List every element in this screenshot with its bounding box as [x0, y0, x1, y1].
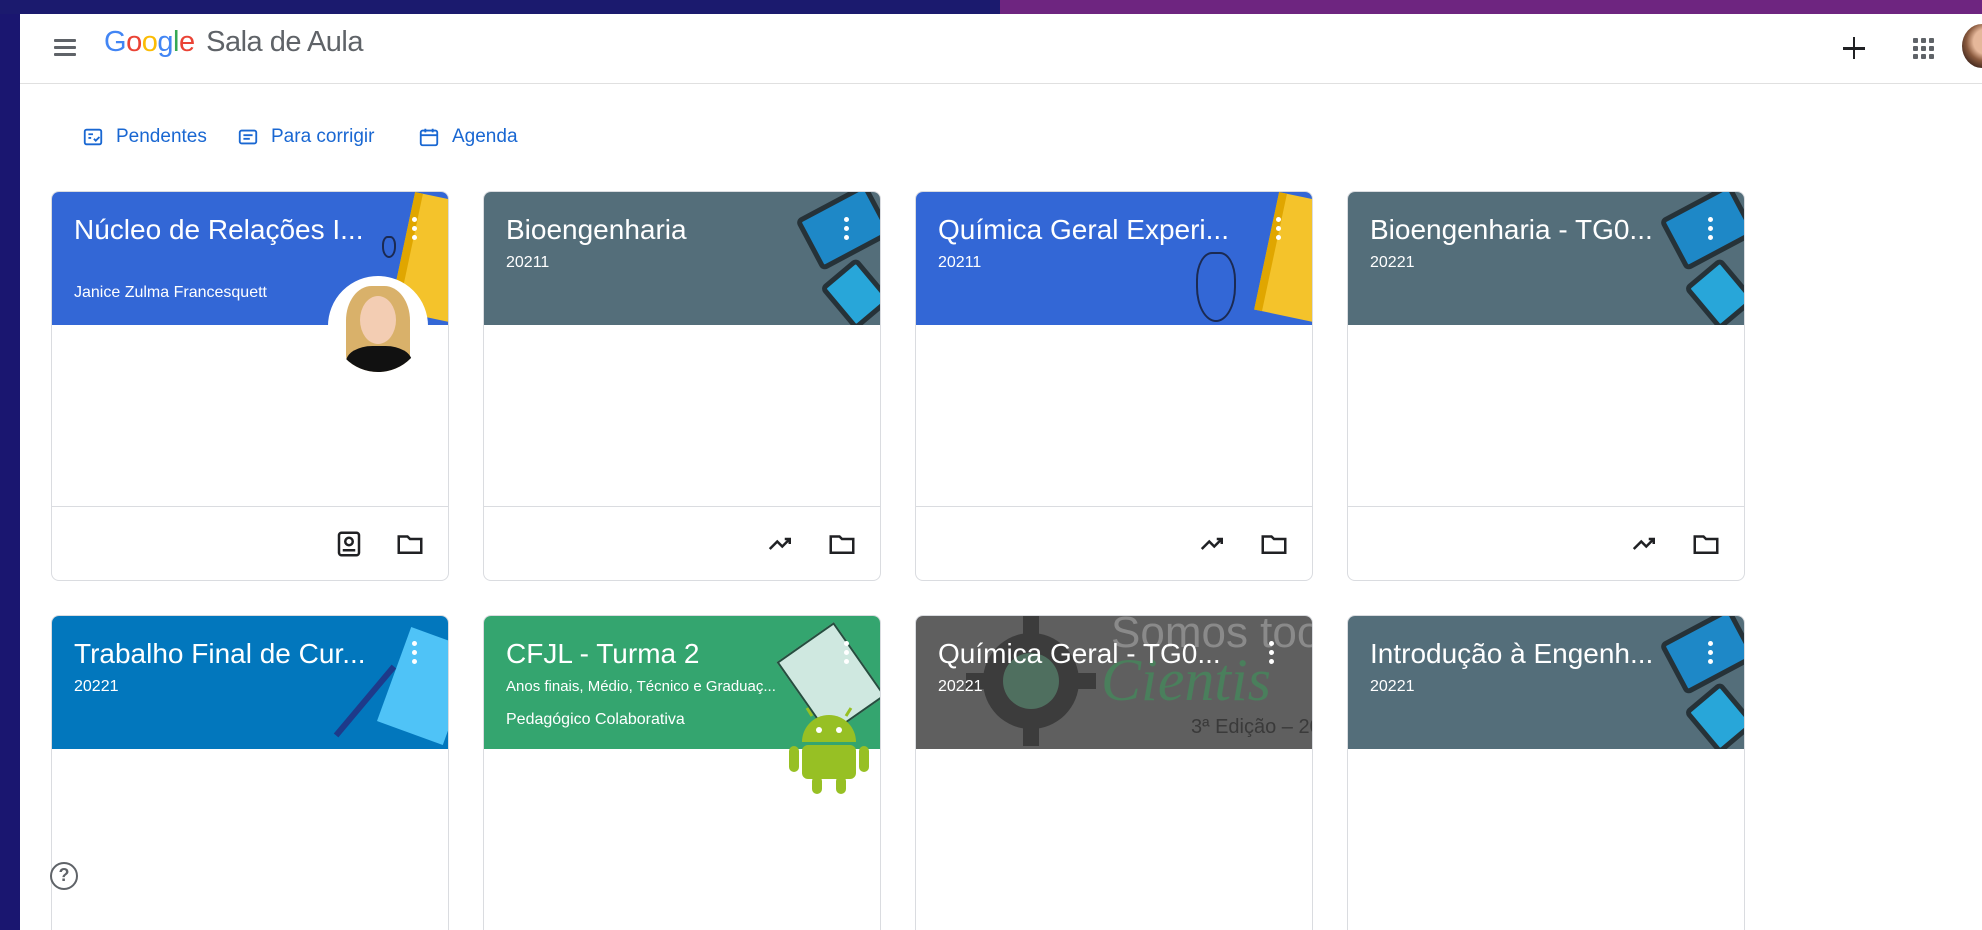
more-options-icon[interactable]: [841, 217, 853, 247]
class-card[interactable]: Bioengenharia - TG0... 20221: [1347, 191, 1745, 581]
logo-letter: g: [157, 26, 173, 58]
class-title[interactable]: Núcleo de Relações I...: [74, 214, 364, 246]
more-options-icon[interactable]: [409, 217, 421, 247]
banner-text: 3ª Edição – 20: [1191, 716, 1312, 738]
folder-icon[interactable]: [827, 529, 857, 559]
todo-list-icon: [83, 128, 103, 146]
background-band-right: [1000, 0, 1982, 14]
class-card-footer: [916, 506, 1312, 580]
tablet-illustration: [795, 192, 880, 272]
to-review-label: Para corrigir: [271, 126, 375, 147]
more-options-icon[interactable]: [1266, 641, 1278, 671]
logo-letter: o: [126, 26, 142, 58]
logo-letter: o: [141, 26, 158, 58]
android-mascot-icon: [789, 707, 869, 794]
help-icon[interactable]: ?: [50, 862, 78, 890]
more-options-icon[interactable]: [1705, 217, 1717, 247]
plus-icon[interactable]: [1835, 29, 1873, 67]
app-logo[interactable]: Google Sala de Aula: [104, 26, 363, 59]
class-title[interactable]: Introdução à Engenh...: [1370, 638, 1653, 670]
classroom-window: Google Sala de Aula Pendentes Para corri…: [20, 14, 1982, 930]
more-options-icon[interactable]: [1705, 641, 1717, 671]
top-app-bar: Google Sala de Aula: [20, 14, 1982, 84]
class-card-footer: [484, 506, 880, 580]
calendar-link[interactable]: Agenda: [418, 122, 518, 152]
class-card-footer: [52, 506, 448, 580]
hamburger-menu-icon[interactable]: [50, 32, 80, 62]
class-term: 20221: [1370, 254, 1415, 271]
student-work-icon[interactable]: [334, 529, 364, 559]
product-name: Sala de Aula: [206, 26, 363, 58]
calendar-label: Agenda: [452, 126, 518, 147]
class-term: 20221: [1370, 678, 1415, 695]
class-card-banner: Química Geral Experi... 20211: [916, 192, 1312, 325]
folder-icon[interactable]: [1259, 529, 1289, 559]
class-description: Anos finais, Médio, Técnico e Graduaç...: [506, 678, 776, 695]
class-card-banner: Bioengenharia - TG0... 20221: [1348, 192, 1744, 325]
class-teacher: Janice Zulma Francesquett: [74, 284, 267, 301]
notebook-illustration: [1254, 192, 1312, 322]
account-avatar[interactable]: [1962, 24, 1982, 68]
class-title[interactable]: CFJL - Turma 2: [506, 638, 699, 670]
class-card[interactable]: Química Geral Experi... 20211: [915, 191, 1313, 581]
tablet-illustration: [1659, 192, 1744, 272]
to-review-link[interactable]: Para corrigir: [237, 122, 374, 152]
pending-label: Pendentes: [116, 126, 207, 147]
class-card-banner: Introdução à Engenh... 20221: [1348, 616, 1744, 749]
class-card[interactable]: Trabalho Final de Cur... 20221: [51, 615, 449, 930]
review-folder-icon: [238, 129, 258, 145]
class-card-footer: [1348, 506, 1744, 580]
earphone-illustration: [382, 236, 396, 258]
class-title[interactable]: Bioengenharia: [506, 214, 687, 246]
more-options-icon[interactable]: [841, 641, 853, 671]
google-wordmark: Google: [104, 26, 202, 58]
trending-icon[interactable]: [1198, 529, 1228, 559]
class-card-banner: Somos too Cientis 3ª Edição – 20 Química…: [916, 616, 1312, 749]
class-card-banner: Trabalho Final de Cur... 20221: [52, 616, 448, 749]
calendar-icon: [419, 128, 439, 147]
logo-letter: e: [178, 26, 195, 58]
apps-grid-icon[interactable]: [1904, 29, 1942, 67]
pending-link[interactable]: Pendentes: [82, 122, 207, 152]
more-options-icon[interactable]: [1273, 217, 1285, 247]
class-card[interactable]: Bioengenharia 20211: [483, 191, 881, 581]
class-card[interactable]: Somos too Cientis 3ª Edição – 20 Química…: [915, 615, 1313, 930]
class-card[interactable]: CFJL - Turma 2 Anos finais, Médio, Técni…: [483, 615, 881, 930]
class-title[interactable]: Química Geral - TG0...: [938, 638, 1221, 670]
folder-icon[interactable]: [1691, 529, 1721, 559]
tablet-illustration: [1659, 616, 1744, 696]
class-section: Pedagógico Colaborativa: [506, 711, 685, 728]
class-title[interactable]: Trabalho Final de Cur...: [74, 638, 366, 670]
class-term: 20211: [938, 254, 982, 271]
trending-icon[interactable]: [766, 529, 796, 559]
class-term: 20221: [74, 678, 119, 695]
background-band-left: [0, 0, 1000, 14]
class-term: 20221: [938, 678, 983, 695]
class-card[interactable]: Introdução à Engenh... 20221: [1347, 615, 1745, 930]
class-term: 20211: [506, 254, 550, 271]
class-card[interactable]: Núcleo de Relações I... Janice Zulma Fra…: [51, 191, 449, 581]
teacher-photo: [328, 276, 428, 376]
class-title[interactable]: Bioengenharia - TG0...: [1370, 214, 1653, 246]
class-card-banner: Bioengenharia 20211: [484, 192, 880, 325]
class-title[interactable]: Química Geral Experi...: [938, 214, 1229, 246]
more-options-icon[interactable]: [409, 641, 421, 671]
logo-letter: G: [104, 26, 127, 58]
folder-icon[interactable]: [395, 529, 425, 559]
earphone-illustration: [1196, 252, 1236, 322]
trending-icon[interactable]: [1630, 529, 1660, 559]
